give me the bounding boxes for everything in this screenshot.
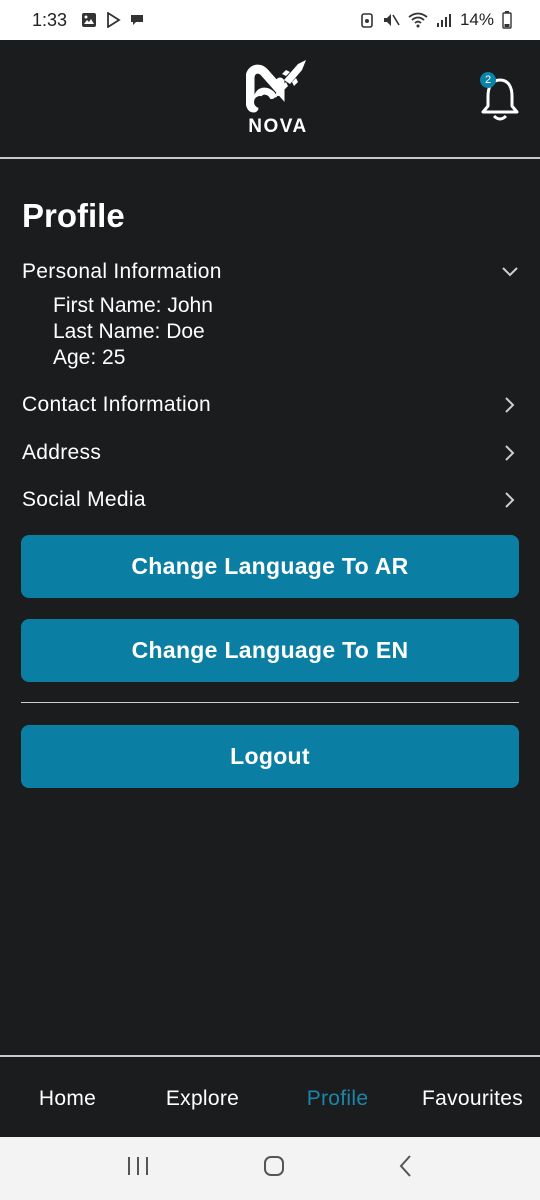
nav-favourites[interactable]: Favourites [405, 1087, 540, 1111]
app-header: NOVA 2 [0, 40, 540, 159]
home-icon[interactable] [262, 1154, 286, 1183]
play-store-icon [105, 12, 121, 28]
section-label: Personal Information [22, 260, 222, 283]
logo-text: NOVA [248, 116, 308, 137]
system-nav-bar [0, 1137, 540, 1200]
age-text: Age: 25 [53, 346, 126, 369]
chevron-down-icon [500, 262, 520, 282]
battery-icon [502, 11, 512, 29]
logout-button[interactable]: Logout [21, 725, 519, 788]
section-label: Social Media [22, 488, 146, 511]
profile-page: Profile Personal Information First Name:… [0, 161, 540, 1055]
gallery-icon [81, 12, 97, 28]
divider [21, 702, 519, 703]
section-label: Address [22, 441, 102, 464]
back-icon[interactable] [398, 1154, 414, 1183]
change-language-ar-button[interactable]: Change Language To AR [21, 535, 519, 598]
status-time: 1:33 [32, 9, 68, 30]
section-personal-information[interactable]: Personal Information [22, 254, 520, 290]
section-social-media[interactable]: Social Media [22, 482, 520, 518]
notification-badge: 2 [480, 72, 496, 88]
status-left: 1:33 [32, 10, 145, 31]
status-right: 14% [360, 10, 512, 30]
battery-saver-icon [360, 12, 374, 28]
nova-logo-icon [246, 60, 306, 113]
personal-info-details: First Name: John Last Name: Doe Age: 25 [53, 293, 213, 371]
nav-home[interactable]: Home [0, 1087, 135, 1111]
page-title: Profile [22, 197, 125, 234]
recent-apps-icon[interactable] [126, 1155, 150, 1182]
chevron-right-icon [500, 395, 520, 415]
change-language-en-button[interactable]: Change Language To EN [21, 619, 519, 682]
chevron-right-icon [500, 490, 520, 510]
mute-icon [382, 12, 400, 28]
wifi-icon [408, 12, 428, 28]
chevron-right-icon [500, 443, 520, 463]
section-contact-information[interactable]: Contact Information [22, 387, 520, 423]
battery-percent: 14% [459, 10, 494, 29]
first-name-text: First Name: John [53, 294, 213, 317]
nav-explore[interactable]: Explore [135, 1087, 270, 1111]
signal-icon [436, 12, 452, 28]
section-label: Contact Information [22, 393, 211, 416]
status-bar: 1:33 14% [0, 0, 540, 40]
nav-profile[interactable]: Profile [270, 1087, 405, 1111]
chat-icon [129, 12, 145, 28]
section-address[interactable]: Address [22, 435, 520, 471]
bottom-nav: Home Explore Profile Favourites [0, 1055, 540, 1137]
nova-logo: NOVA [242, 58, 314, 140]
notification-button[interactable]: 2 [480, 72, 520, 122]
last-name-text: Last Name: Doe [53, 320, 205, 343]
